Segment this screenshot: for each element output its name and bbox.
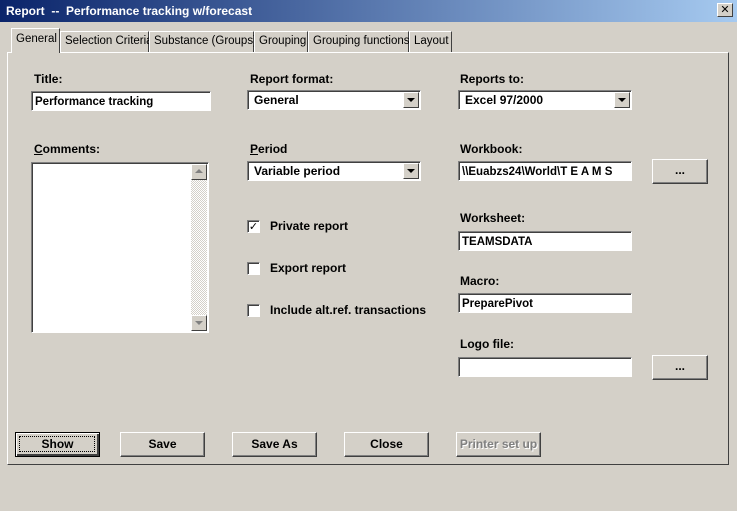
worksheet-input-value: TEAMSDATA	[462, 236, 533, 248]
workbook-label: Workbook:	[460, 142, 523, 156]
workbook-input[interactable]: \\Euabzs24\World\T E A M S	[458, 161, 632, 181]
save-as-button[interactable]: Save As	[232, 432, 317, 457]
period-label: Period	[250, 142, 287, 156]
worksheet-label: Worksheet:	[460, 211, 526, 225]
period-select[interactable]: Variable period	[247, 161, 421, 181]
macro-input-value: PreparePivot	[462, 298, 533, 310]
period-label-rest: eriod	[258, 142, 288, 156]
title-input-value: Performance tracking	[35, 96, 154, 108]
tab-layout[interactable]: Layout	[409, 31, 452, 52]
export-report-checkbox[interactable]	[247, 262, 260, 275]
focus-rect	[19, 436, 95, 452]
export-report-label: Export report	[270, 261, 347, 275]
tab-substance-groups[interactable]: Substance (Groups)	[149, 31, 257, 52]
save-button[interactable]: Save	[120, 432, 205, 457]
logo-file-input[interactable]	[458, 357, 632, 377]
include-alt-ref-label: Include alt.ref. transactions	[270, 303, 427, 317]
reports-to-label: Reports to:	[460, 72, 524, 86]
workbook-input-value: \\Euabzs24\World\T E A M S	[462, 166, 613, 178]
period-value: Variable period	[254, 164, 341, 178]
chevron-down-icon[interactable]	[614, 92, 630, 108]
report-format-value: General	[254, 93, 299, 107]
comments-label-rest: omments:	[42, 142, 101, 156]
workbook-browse-button[interactable]: ...	[652, 159, 708, 184]
comments-scrollbar[interactable]	[191, 164, 207, 331]
tab-selection-criteria[interactable]: Selection Criteria	[60, 31, 153, 52]
reports-to-value: Excel 97/2000	[465, 93, 544, 107]
comments-label: Comments:	[34, 142, 100, 156]
show-button[interactable]: Show	[15, 432, 100, 457]
macro-label: Macro:	[460, 274, 500, 288]
close-icon[interactable]: ✕	[717, 3, 733, 17]
general-tab-panel: Title: Performance tracking Comments: Re…	[7, 52, 729, 465]
logo-file-browse-button[interactable]: ...	[652, 355, 708, 380]
report-format-label: Report format:	[250, 72, 334, 86]
chevron-down-icon[interactable]	[403, 163, 419, 179]
tab-general[interactable]: General	[11, 28, 60, 53]
printer-setup-button: Printer set up	[456, 432, 541, 457]
title-input[interactable]: Performance tracking	[31, 91, 211, 111]
worksheet-input[interactable]: TEAMSDATA	[458, 231, 632, 251]
comments-textarea[interactable]	[31, 162, 209, 333]
tab-grouping-functions[interactable]: Grouping functions	[308, 31, 410, 52]
chevron-down-icon[interactable]	[403, 92, 419, 108]
include-alt-ref-checkbox[interactable]	[247, 304, 260, 317]
window-title: Report -- Performance tracking w/forecas…	[6, 4, 253, 18]
close-button[interactable]: Close	[344, 432, 429, 457]
private-report-label: Private report	[270, 219, 349, 233]
title-label: Title:	[34, 72, 63, 86]
report-format-select[interactable]: General	[247, 90, 421, 110]
scroll-up-icon[interactable]	[191, 164, 207, 180]
macro-input[interactable]: PreparePivot	[458, 293, 632, 313]
tab-grouping[interactable]: Grouping	[254, 31, 308, 52]
logo-file-label: Logo file:	[460, 337, 514, 351]
title-bar: Report -- Performance tracking w/forecas…	[0, 0, 737, 22]
scroll-down-icon[interactable]	[191, 315, 207, 331]
reports-to-select[interactable]: Excel 97/2000	[458, 90, 632, 110]
comments-label-accel: C	[34, 142, 43, 156]
private-report-checkbox[interactable]: ✓	[247, 220, 260, 233]
period-label-accel: P	[250, 142, 259, 156]
